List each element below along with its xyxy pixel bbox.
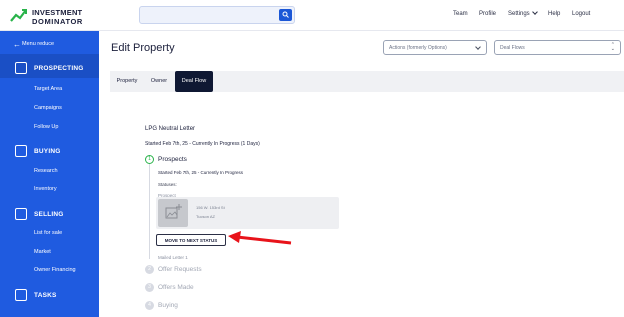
dollar-icon <box>15 208 27 220</box>
sidebar-item-campaigns[interactable]: Campaigns <box>34 105 62 111</box>
brand-line-1: INVESTMENT <box>32 8 83 17</box>
brand-line-2: DOMINATOR <box>32 17 83 26</box>
menu-reduce-button[interactable]: ← Menu reduce <box>13 40 55 49</box>
deal-flows-select[interactable]: Deal Flows ⌃ ⌄ <box>494 40 621 55</box>
document-icon <box>15 145 27 157</box>
chevron-down-icon <box>475 44 481 50</box>
property-address-line-1: 156 W. 153rd St <box>196 205 225 210</box>
step-2-label[interactable]: Offer Requests <box>158 266 202 273</box>
prospect-card[interactable]: 156 W. 153rd St Tucson AZ <box>156 197 339 229</box>
sidebar-section-label: SELLING <box>34 211 64 218</box>
tab-owner[interactable]: Owner <box>144 71 174 92</box>
sidebar-section-label: PROSPECTING <box>34 65 84 72</box>
sidebar: ← Menu reduce PROSPECTING Target Area Ca… <box>0 31 99 317</box>
chevron-down-icon <box>531 9 538 15</box>
step-3-label[interactable]: Offers Made <box>158 284 194 291</box>
logo-icon <box>10 9 27 22</box>
nav-help[interactable]: Help <box>548 11 560 17</box>
step-4-indicator: 4 <box>145 301 154 310</box>
nav-team[interactable]: Team <box>453 11 468 17</box>
add-image-icon[interactable] <box>158 199 188 227</box>
statuses-label: Statuses: <box>158 182 177 187</box>
sidebar-section-label: BUYING <box>34 148 61 155</box>
actions-select[interactable]: Actions (formerly Options) <box>383 40 487 55</box>
sidebar-item-follow-up[interactable]: Follow Up <box>34 124 58 130</box>
step-1-indicator: 1 <box>145 155 154 164</box>
next-status-label: Mailed Letter 1 <box>158 255 188 260</box>
nav-profile[interactable]: Profile <box>479 11 496 17</box>
nav-logout[interactable]: Logout <box>572 11 590 17</box>
step-4-label[interactable]: Buying <box>158 302 178 309</box>
nav-settings[interactable]: Settings <box>508 9 538 17</box>
step-2-indicator: 2 <box>145 265 154 274</box>
red-arrow-annotation <box>228 231 292 245</box>
search-button[interactable] <box>279 9 292 21</box>
brand-logo[interactable]: INVESTMENT DOMINATOR <box>10 5 105 27</box>
updown-chevron-icon: ⌃ ⌄ <box>610 42 615 52</box>
step-1-label[interactable]: Prospects <box>158 156 187 163</box>
main-content: Edit Property Actions (formerly Options)… <box>99 31 624 317</box>
actions-select-value: Actions (formerly Options) <box>389 45 447 51</box>
sidebar-item-owner-financing[interactable]: Owner Financing <box>34 267 76 273</box>
steps-connector-line <box>149 164 150 259</box>
deal-flow-started: Started Feb 7th, 25 - Currently In Progr… <box>145 141 260 147</box>
step-3-indicator: 3 <box>145 283 154 292</box>
top-bar: INVESTMENT DOMINATOR Team Profile Settin… <box>0 0 624 31</box>
tabs-bar: Property Owner Deal Flow <box>110 71 624 92</box>
property-address-line-2: Tucson AZ <box>196 214 215 219</box>
move-to-next-status-button[interactable]: MOVE TO NEXT STATUS <box>156 234 226 246</box>
sidebar-item-list-for-sale[interactable]: List for sale <box>34 230 62 236</box>
tab-property[interactable]: Property <box>110 71 144 92</box>
deal-flow-name: LPG Neutral Letter <box>145 126 196 132</box>
nav-settings-label: Settings <box>508 11 530 17</box>
search-input[interactable] <box>139 6 295 24</box>
sidebar-item-market[interactable]: Market <box>34 249 51 255</box>
arrow-left-icon: ← <box>13 40 21 49</box>
prospects-started: Started Feb 7th, 25 - Currently In Progr… <box>158 170 244 175</box>
search-icon <box>282 11 289 18</box>
menu-reduce-label: Menu reduce <box>22 41 55 47</box>
tab-deal-flow[interactable]: Deal Flow <box>175 71 213 92</box>
sidebar-item-target-area[interactable]: Target Area <box>34 86 62 92</box>
deal-flows-select-value: Deal Flows <box>500 45 525 51</box>
check-icon <box>15 289 27 301</box>
target-icon <box>15 62 27 74</box>
sidebar-item-research[interactable]: Research <box>34 168 58 174</box>
page-title: Edit Property <box>111 42 175 54</box>
sidebar-section-label: TASKS <box>34 292 57 299</box>
sidebar-item-inventory[interactable]: Inventory <box>34 186 57 192</box>
